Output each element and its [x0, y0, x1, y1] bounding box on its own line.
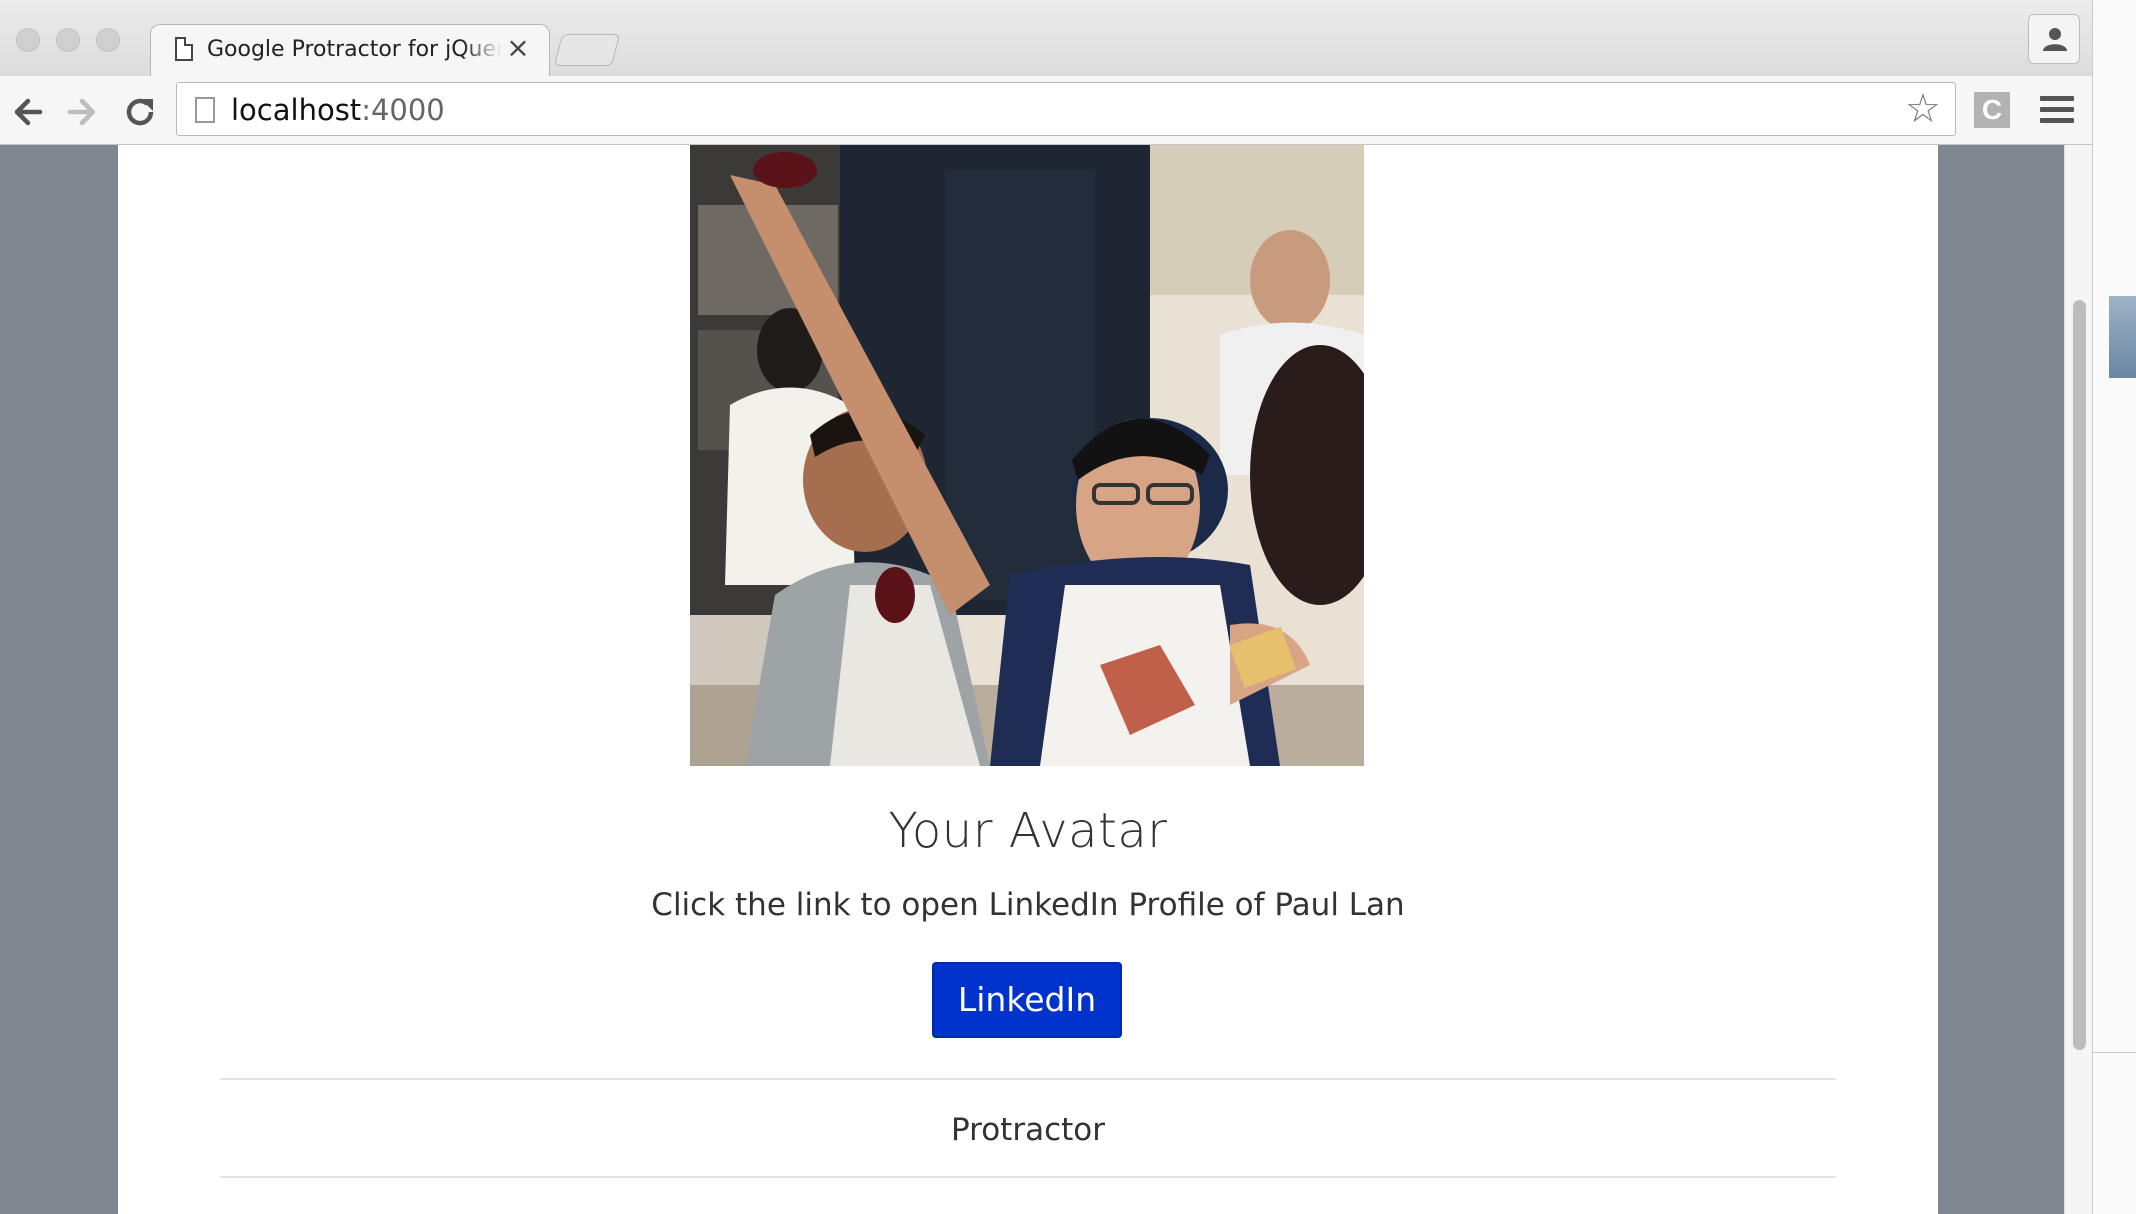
background-thumbnail: [2109, 296, 2136, 378]
page-content: Your Avatar Click the link to open Linke…: [118, 145, 1938, 1214]
tab-close-icon[interactable]: ×: [503, 33, 533, 63]
scrollbar-thumb[interactable]: [2073, 300, 2086, 1050]
page-icon: [175, 37, 193, 61]
divider: [2093, 1052, 2136, 1053]
reload-icon[interactable]: [122, 94, 158, 130]
url-text: localhost:4000: [231, 93, 445, 127]
browser-toolbar: localhost:4000 ☆ C: [0, 76, 2092, 145]
avatar-image: [690, 145, 1364, 766]
linkedin-button[interactable]: LinkedIn: [932, 962, 1122, 1038]
zoom-window-button[interactable]: [96, 28, 120, 52]
page-info-icon[interactable]: [195, 97, 215, 123]
close-window-button[interactable]: [16, 28, 40, 52]
scrollbar[interactable]: [2064, 145, 2093, 1214]
divider: [220, 1176, 1836, 1178]
page-subtext: Click the link to open LinkedIn Profile …: [651, 887, 1405, 923]
page-heading: Your Avatar: [888, 803, 1168, 859]
tab-title: Google Protractor for jQuery: [207, 37, 502, 63]
forward-icon[interactable]: [64, 94, 100, 130]
browser-tab[interactable]: Google Protractor for jQuery ×: [150, 24, 550, 76]
viewport: Your Avatar Click the link to open Linke…: [0, 145, 2093, 1214]
browser-tabstrip: Google Protractor for jQuery ×: [0, 0, 2092, 77]
divider: [220, 1078, 1836, 1080]
background-window-edge: [2092, 0, 2136, 1214]
new-tab-button[interactable]: [553, 34, 621, 66]
person-icon: [2043, 28, 2067, 51]
profile-button[interactable]: [2028, 14, 2080, 64]
extension-c-icon[interactable]: C: [1974, 92, 2010, 128]
footer-text: Protractor: [951, 1112, 1105, 1148]
minimize-window-button[interactable]: [56, 28, 80, 52]
bookmark-star-icon[interactable]: ☆: [1905, 89, 1941, 129]
back-icon[interactable]: [10, 94, 46, 130]
address-bar[interactable]: localhost:4000 ☆: [176, 82, 1956, 136]
chrome-menu-icon[interactable]: [2040, 96, 2074, 124]
